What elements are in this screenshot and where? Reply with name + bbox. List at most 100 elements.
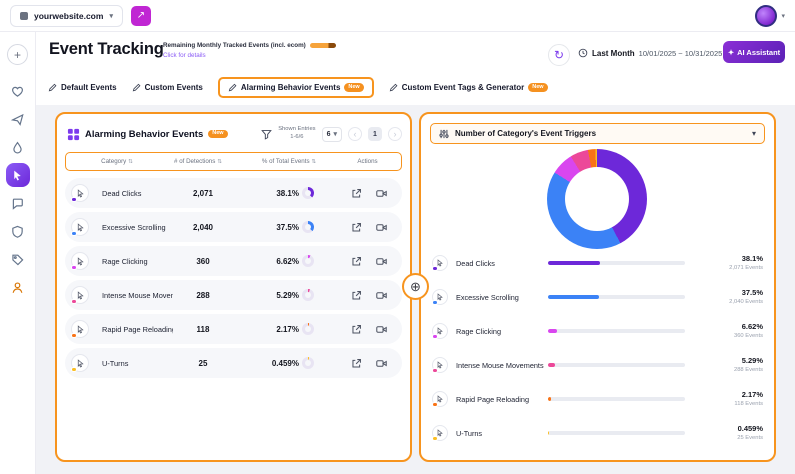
- category-color-dot: [432, 368, 438, 374]
- tab-custom-events[interactable]: Custom Events: [132, 83, 203, 92]
- pagination-next-button[interactable]: ›: [388, 127, 402, 141]
- watch-recordings-button[interactable]: [372, 218, 390, 236]
- column-header-category[interactable]: Category⇅: [66, 158, 168, 165]
- date-range-selector[interactable]: Last Month 10/01/2025 ~ 10/31/2025 ▾: [578, 48, 730, 58]
- percent-arc: [302, 187, 314, 199]
- column-header-detections[interactable]: # of Detections⇅: [168, 158, 228, 165]
- cursor-click-icon: [11, 169, 24, 182]
- ai-assistant-label: AI Assistant: [737, 48, 780, 57]
- sidebar-item-privacy[interactable]: [6, 219, 30, 243]
- category-icon: [432, 323, 448, 339]
- legend-item: Dead Clicks 38.1%2,071 Events: [432, 249, 763, 277]
- sidebar-item-campaigns[interactable]: [6, 107, 30, 131]
- watch-recordings-button[interactable]: [372, 320, 390, 338]
- category-icon: [432, 391, 448, 407]
- click-for-details-link[interactable]: Click for details: [163, 52, 336, 59]
- pencil-icon: [389, 83, 398, 92]
- sidebar-item-favorites[interactable]: [6, 79, 30, 103]
- send-icon: [11, 113, 24, 126]
- chart-metric-label: Number of Category's Event Triggers: [455, 129, 596, 138]
- table-row: Rage Clicking 360 6.62%: [65, 246, 402, 276]
- category-name: Rapid Page Reloading: [97, 325, 173, 334]
- legend-bar-fill: [548, 329, 557, 333]
- category-icon: [432, 255, 448, 271]
- legend-percent: 0.459%: [699, 424, 763, 435]
- sidebar-item-recordings[interactable]: [6, 135, 30, 159]
- percent-arc: [302, 289, 314, 301]
- tab-custom-event-tags-generator[interactable]: Custom Event Tags & Generator New: [389, 83, 548, 92]
- open-details-button[interactable]: [347, 286, 365, 304]
- avatar[interactable]: [755, 5, 777, 27]
- legend-item: Rapid Page Reloading 2.17%118 Events: [432, 385, 763, 413]
- sidebar-item-tags[interactable]: [6, 247, 30, 271]
- open-site-button[interactable]: ↗: [131, 6, 151, 26]
- watch-recordings-button[interactable]: [372, 184, 390, 202]
- sidebar-item-event-tracking[interactable]: [6, 163, 30, 187]
- donut-chart: [547, 149, 647, 249]
- page-title: Event Tracking: [49, 40, 164, 59]
- percent-value: 2.17%: [259, 325, 299, 334]
- chevron-right-icon: ›: [394, 130, 397, 139]
- category-name: Intense Mouse Moveme...: [97, 291, 173, 300]
- legend-item: Rage Clicking 6.62%360 Events: [432, 317, 763, 345]
- category-icon: [71, 184, 89, 202]
- legend-percent: 38.1%: [699, 254, 763, 265]
- tab-label: Alarming Behavior Events: [241, 83, 341, 92]
- open-details-button[interactable]: [347, 354, 365, 372]
- sidebar-item-account[interactable]: [6, 275, 30, 299]
- category-color-dot: [432, 402, 438, 408]
- legend-bar: [548, 431, 685, 435]
- sort-icon: ⇅: [128, 159, 133, 165]
- sidebar: +: [0, 32, 36, 474]
- percent-value: 0.459%: [259, 359, 299, 368]
- site-selector[interactable]: yourwebsite.com ▾: [10, 5, 123, 27]
- column-header-percent[interactable]: % of Total Events⇅: [248, 158, 330, 165]
- pagination-prev-button[interactable]: ‹: [348, 127, 362, 141]
- chevron-left-icon: ‹: [354, 130, 357, 139]
- legend-label: Excessive Scrolling: [452, 293, 548, 302]
- legend-bar: [548, 261, 685, 265]
- table-row: Intense Mouse Moveme... 288 5.29%: [65, 280, 402, 310]
- category-icon: [432, 357, 448, 373]
- filter-button[interactable]: [261, 129, 272, 140]
- date-range-value: 10/01/2025 ~ 10/31/2025: [639, 49, 723, 58]
- panel-resize-handle[interactable]: ⊕: [402, 273, 429, 300]
- open-details-button[interactable]: [347, 218, 365, 236]
- alarming-events-table-panel: Alarming Behavior Events New Shown Entri…: [55, 112, 412, 462]
- tab-default-events[interactable]: Default Events: [48, 83, 117, 92]
- page-size-select[interactable]: 6 ▾: [322, 127, 342, 142]
- heart-icon: [11, 85, 24, 98]
- watch-recordings-button[interactable]: [372, 252, 390, 270]
- tag-icon: [11, 253, 24, 266]
- sidebar-add-button[interactable]: +: [7, 44, 28, 65]
- watch-recordings-button[interactable]: [372, 354, 390, 372]
- remaining-events-widget: Remaining Monthly Tracked Events (incl. …: [163, 42, 336, 59]
- percent-arc: [302, 255, 314, 267]
- legend-label: Rapid Page Reloading: [452, 395, 548, 404]
- category-color-dot: [71, 333, 77, 339]
- table-body: Dead Clicks 2,071 38.1% Excessive Scroll…: [65, 178, 402, 382]
- tab-alarming-behavior-events[interactable]: Alarming Behavior Events: [228, 83, 341, 92]
- top-bar: yourwebsite.com ▾ ↗ ▾: [0, 0, 795, 32]
- tab-label: Custom Event Tags & Generator: [402, 83, 525, 92]
- ai-assistant-button[interactable]: ✦ AI Assistant: [723, 41, 785, 63]
- open-details-button[interactable]: [347, 184, 365, 202]
- open-details-button[interactable]: [347, 252, 365, 270]
- chart-legend: Dead Clicks 38.1%2,071 Events Excessive …: [432, 249, 763, 453]
- plus-icon: +: [14, 48, 21, 62]
- category-color-dot: [432, 300, 438, 306]
- sidebar-item-feedback[interactable]: [6, 191, 30, 215]
- chevron-down-icon[interactable]: ▾: [781, 12, 785, 20]
- watch-recordings-button[interactable]: [372, 286, 390, 304]
- clock-icon: [578, 48, 588, 58]
- chart-metric-dropdown[interactable]: Number of Category's Event Triggers ▾: [430, 123, 765, 144]
- percent-value: 38.1%: [259, 189, 299, 198]
- refresh-icon: ↻: [554, 48, 564, 62]
- open-details-button[interactable]: [347, 320, 365, 338]
- percent-arc: [302, 357, 314, 369]
- category-icon: [71, 320, 89, 338]
- droplet-icon: [11, 141, 24, 154]
- refresh-button[interactable]: ↻: [548, 44, 570, 66]
- legend-bar-fill: [548, 431, 549, 435]
- new-badge: New: [344, 83, 363, 92]
